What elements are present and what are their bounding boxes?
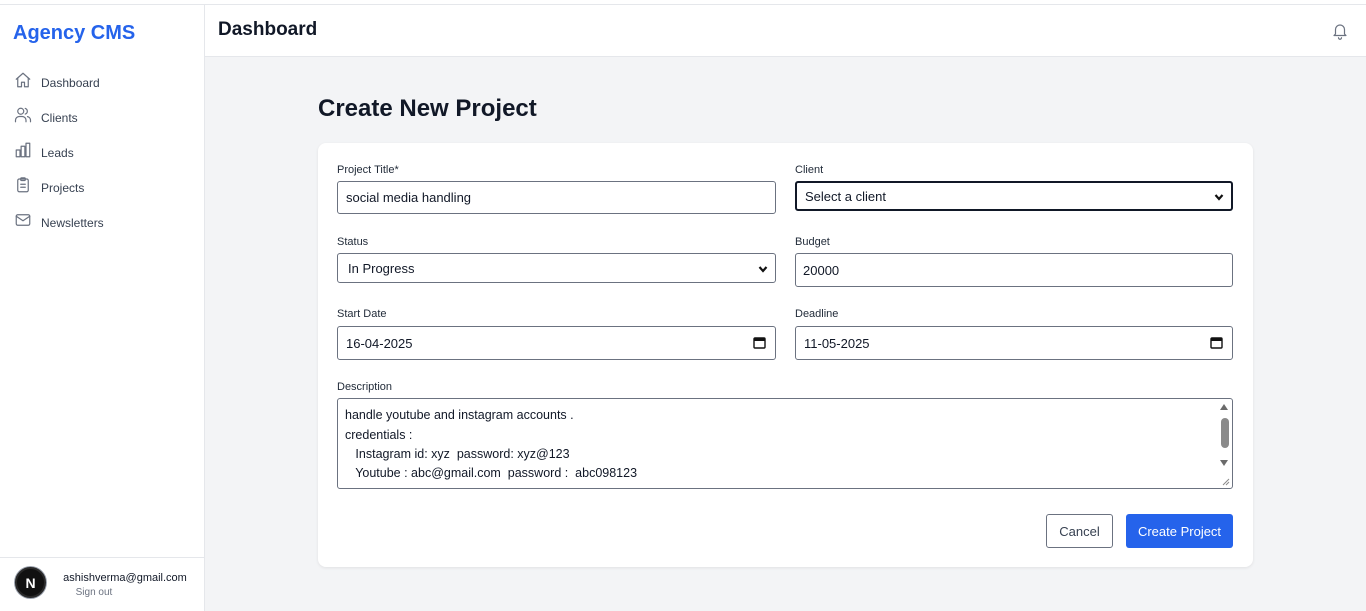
- sidebar-item-label: Newsletters: [41, 215, 104, 230]
- sidebar-item-clients[interactable]: Clients: [0, 100, 204, 135]
- sidebar-item-label: Dashboard: [41, 75, 100, 90]
- users-icon: [14, 106, 32, 129]
- status-label: Status: [337, 236, 369, 248]
- deadline-value: 11-05-2025: [804, 335, 870, 351]
- sidebar-item-label: Leads: [41, 145, 74, 160]
- sidebar-item-label: Projects: [41, 180, 85, 195]
- description-line: Youtube : abc@gmail.com password : abc09…: [345, 466, 638, 480]
- scroll-down-icon[interactable]: [1220, 460, 1228, 466]
- start-date-label: Start Date: [337, 308, 387, 320]
- status-select[interactable]: In Progress: [337, 253, 776, 283]
- budget-input[interactable]: 20000: [795, 253, 1233, 287]
- sidebar-item-leads[interactable]: Leads: [0, 135, 204, 170]
- page-title: Create New Project: [318, 95, 537, 122]
- description-line: credentials :: [345, 428, 413, 442]
- sidebar-item-label: Clients: [41, 110, 78, 125]
- cancel-button[interactable]: Cancel: [1046, 514, 1113, 548]
- calendar-icon[interactable]: [1210, 336, 1223, 349]
- bell-icon[interactable]: [1331, 22, 1349, 40]
- client-label: Client: [795, 164, 824, 176]
- scroll-up-icon[interactable]: [1220, 404, 1228, 410]
- description-line: handle youtube and instagram accounts .: [345, 408, 574, 422]
- start-date-value: 16-04-2025: [346, 335, 413, 351]
- sidebar-item-newsletters[interactable]: Newsletters: [0, 205, 204, 240]
- deadline-label: Deadline: [795, 308, 839, 320]
- description-line: Instagram id: xyz password: xyz@123: [345, 447, 570, 461]
- description-label: Description: [337, 381, 393, 393]
- start-date-input[interactable]: 16-04-2025: [337, 326, 776, 360]
- project-title-label: Project Title*: [337, 164, 399, 176]
- project-title-input[interactable]: social media handling: [337, 181, 776, 214]
- budget-label: Budget: [795, 236, 830, 248]
- status-select-value: In Progress: [348, 260, 415, 276]
- user-email: ashishverma@gmail.com: [63, 572, 187, 584]
- sidebar-item-dashboard[interactable]: Dashboard: [0, 65, 204, 100]
- description-scrollbar[interactable]: [1217, 399, 1232, 488]
- header-title: Dashboard: [218, 19, 318, 40]
- sidebar-nav: Dashboard Clients Leads Projects Newslet…: [0, 65, 204, 240]
- brand-logo[interactable]: Agency CMS: [13, 22, 135, 45]
- create-project-button[interactable]: Create Project: [1126, 514, 1233, 548]
- bar-chart-icon: [14, 141, 32, 164]
- top-header: Dashboard: [205, 5, 1366, 57]
- sidebar: Agency CMS Dashboard Clients Leads Proje…: [0, 5, 205, 611]
- clipboard-icon: [14, 176, 32, 199]
- user-panel: ashishverma@gmail.com N Sign out: [0, 557, 204, 611]
- calendar-icon[interactable]: [753, 336, 766, 349]
- chevron-down-icon: [758, 262, 768, 273]
- budget-value: 20000: [803, 262, 840, 278]
- mail-icon: [14, 211, 32, 234]
- sidebar-item-projects[interactable]: Projects: [0, 170, 204, 205]
- sign-out-link[interactable]: Sign out: [0, 587, 188, 598]
- client-select[interactable]: Select a client: [795, 181, 1233, 211]
- resize-handle-icon[interactable]: [1221, 477, 1230, 486]
- project-title-value: social media handling: [346, 190, 472, 205]
- chevron-down-icon: [1214, 190, 1224, 201]
- client-select-value: Select a client: [805, 188, 886, 204]
- scroll-thumb[interactable]: [1221, 418, 1229, 448]
- home-icon: [14, 71, 32, 94]
- deadline-input[interactable]: 11-05-2025: [795, 326, 1233, 360]
- description-textarea[interactable]: handle youtube and instagram accounts . …: [337, 398, 1233, 489]
